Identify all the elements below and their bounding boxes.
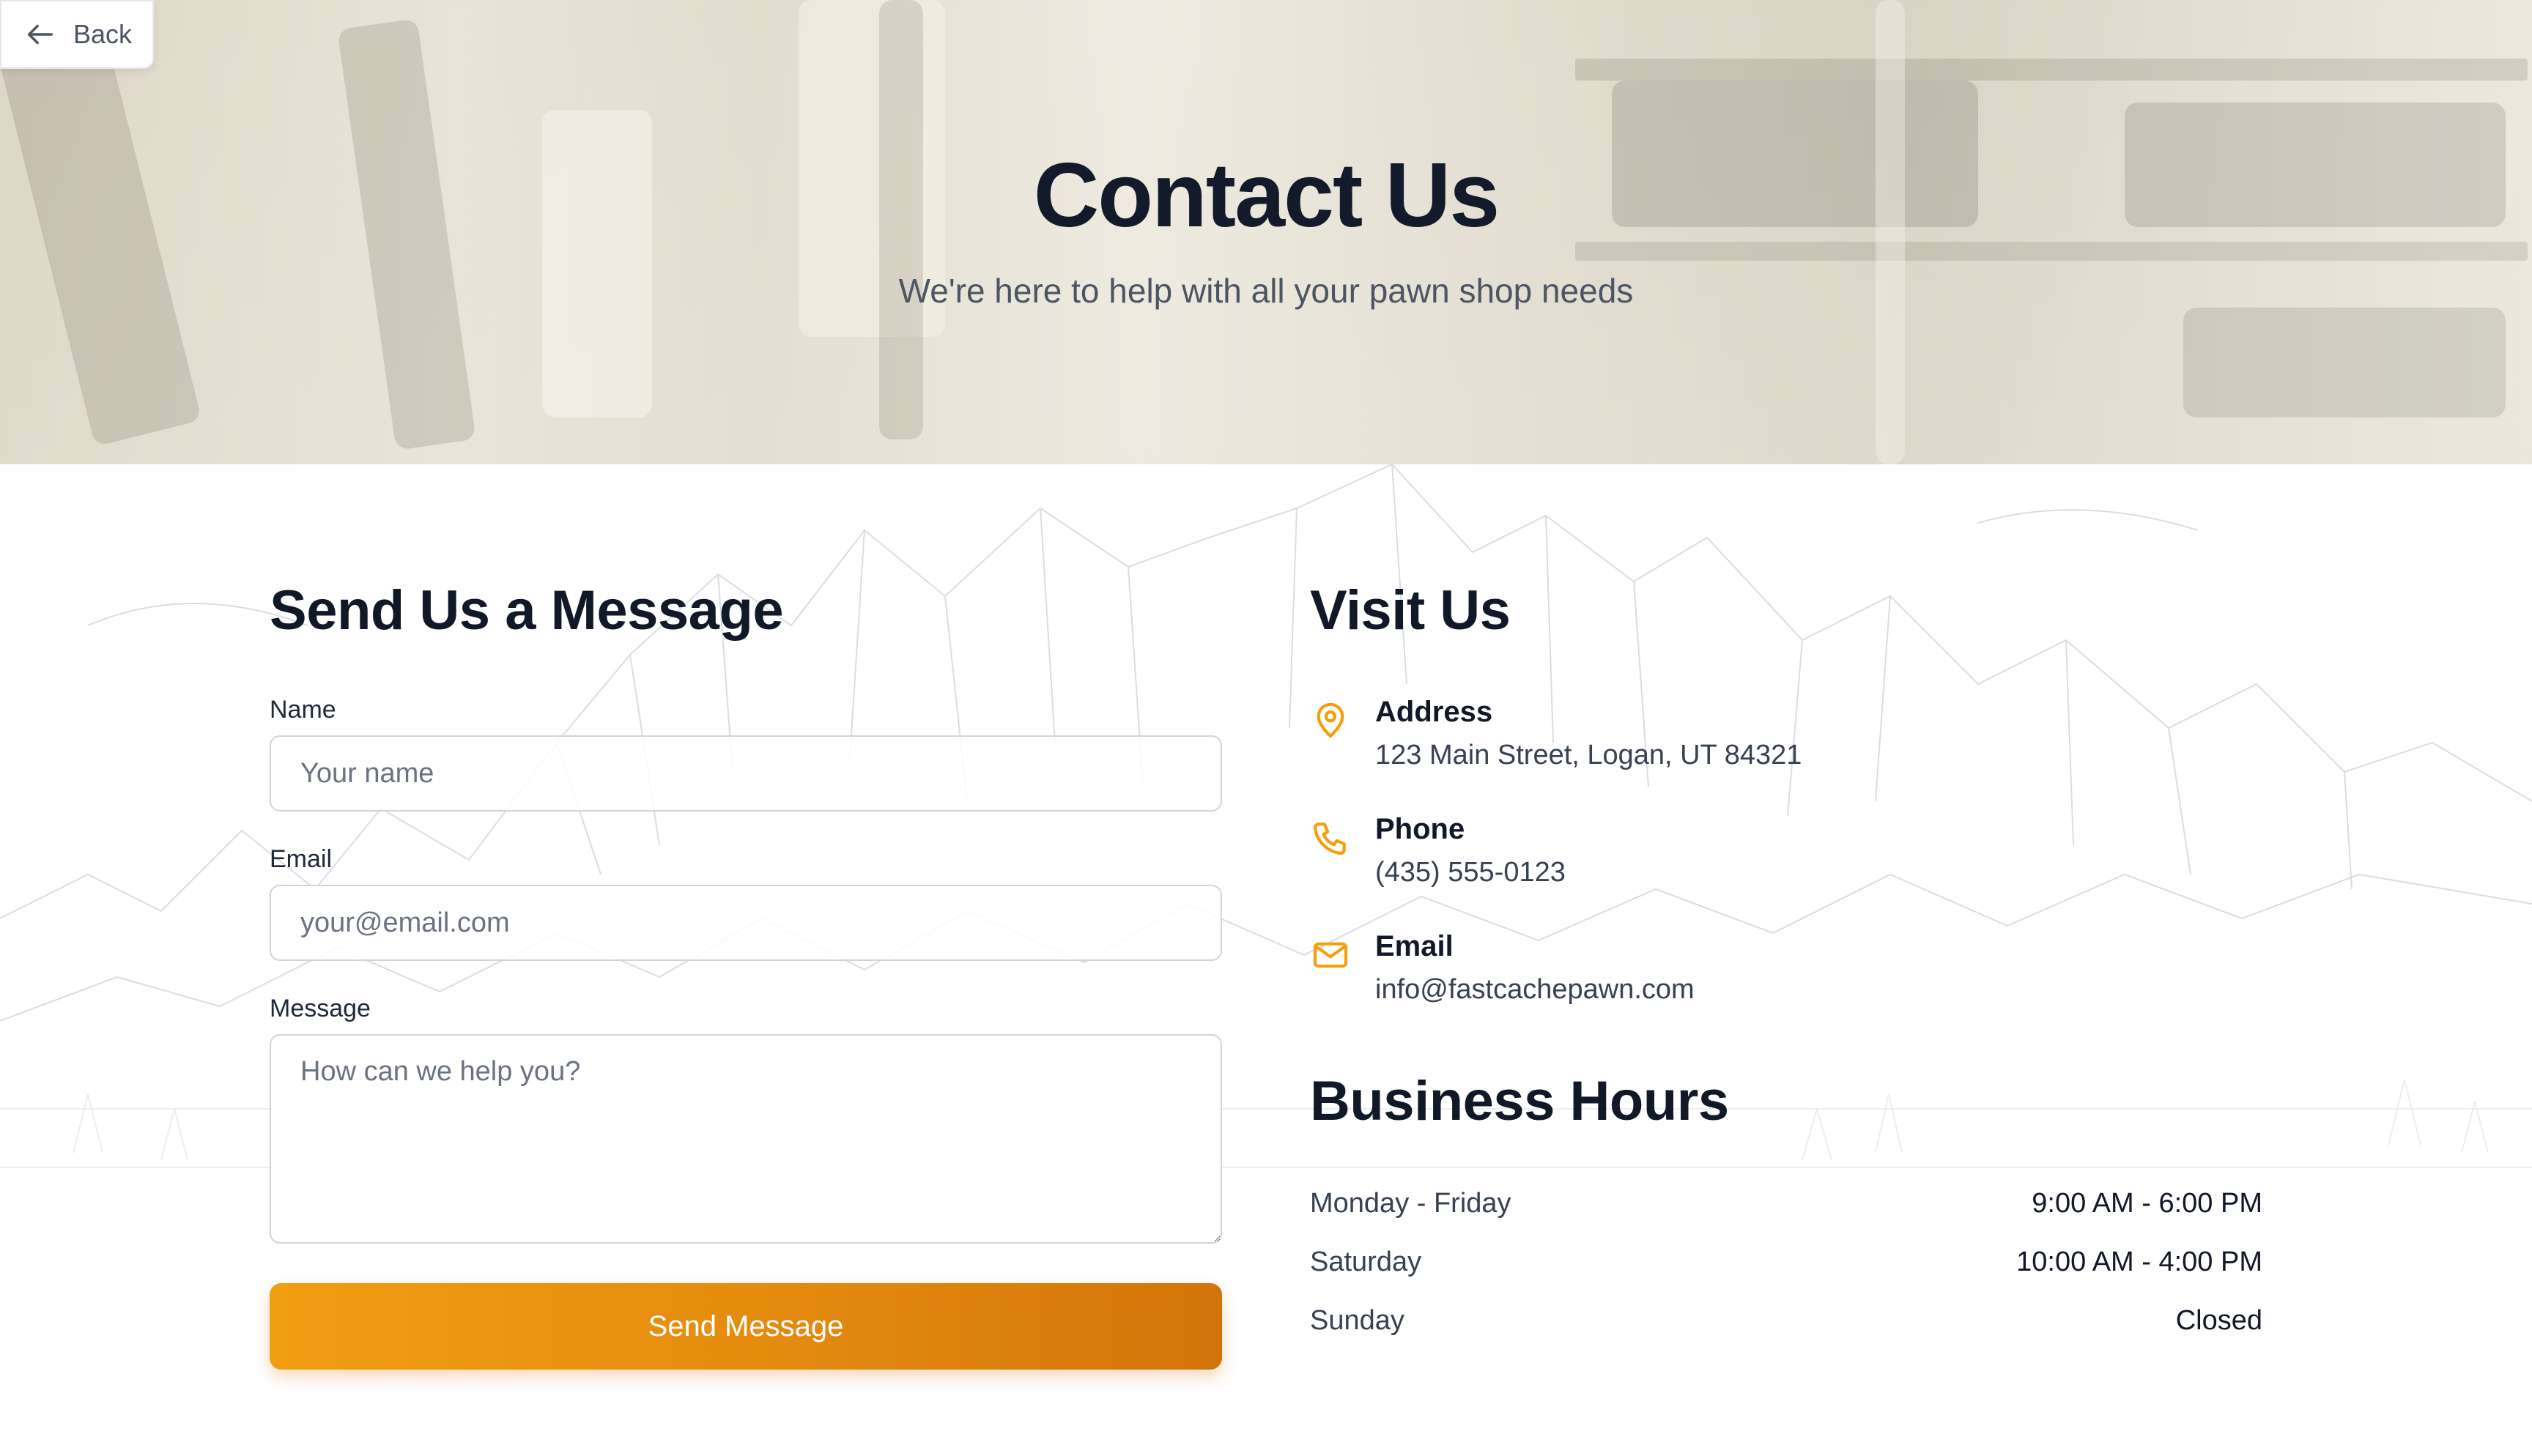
address-value: 123 Main Street, Logan, UT 84321	[1375, 740, 1802, 770]
phone-value[interactable]: (435) 555-0123	[1375, 857, 1566, 888]
hero-banner: Contact Us We're here to help with all y…	[0, 0, 2532, 464]
back-label: Back	[73, 19, 133, 49]
email-value[interactable]: info@fastcachepawn.com	[1375, 974, 1695, 1006]
hero-decor	[1575, 59, 2528, 81]
back-button[interactable]: Back	[0, 0, 154, 69]
phone-title: Phone	[1375, 813, 1465, 845]
email-input[interactable]	[270, 885, 1222, 961]
business-hours-title: Business Hours	[1310, 1070, 1729, 1132]
send-message-button[interactable]: Send Message	[270, 1283, 1222, 1370]
visit-us-title: Visit Us	[1310, 579, 1511, 642]
arrow-left-icon	[23, 18, 57, 51]
hours-time-saturday: 10:00 AM - 4:00 PM	[2016, 1247, 2262, 1277]
form-title: Send Us a Message	[270, 579, 784, 642]
email-title: Email	[1375, 930, 1454, 962]
message-textarea[interactable]	[270, 1034, 1222, 1244]
name-input[interactable]	[270, 735, 1222, 811]
hero-decor	[2183, 308, 2506, 417]
page-title: Contact Us	[1033, 145, 1500, 246]
hours-time-sunday: Closed	[2175, 1305, 2262, 1336]
hours-day-weekdays: Monday - Friday	[1310, 1188, 1511, 1219]
name-label: Name	[270, 696, 336, 724]
phone-icon	[1310, 817, 1351, 858]
hours-day-sunday: Sunday	[1310, 1305, 1404, 1336]
message-label: Message	[270, 995, 371, 1022]
hours-day-saturday: Saturday	[1310, 1247, 1422, 1277]
map-pin-icon	[1310, 700, 1351, 741]
page-subtitle: We're here to help with all your pawn sh…	[898, 272, 1634, 310]
email-label: Email	[270, 845, 333, 873]
mail-icon	[1310, 935, 1351, 976]
hours-time-weekdays: 9:00 AM - 6:00 PM	[2032, 1188, 2262, 1219]
address-title: Address	[1375, 696, 1493, 728]
